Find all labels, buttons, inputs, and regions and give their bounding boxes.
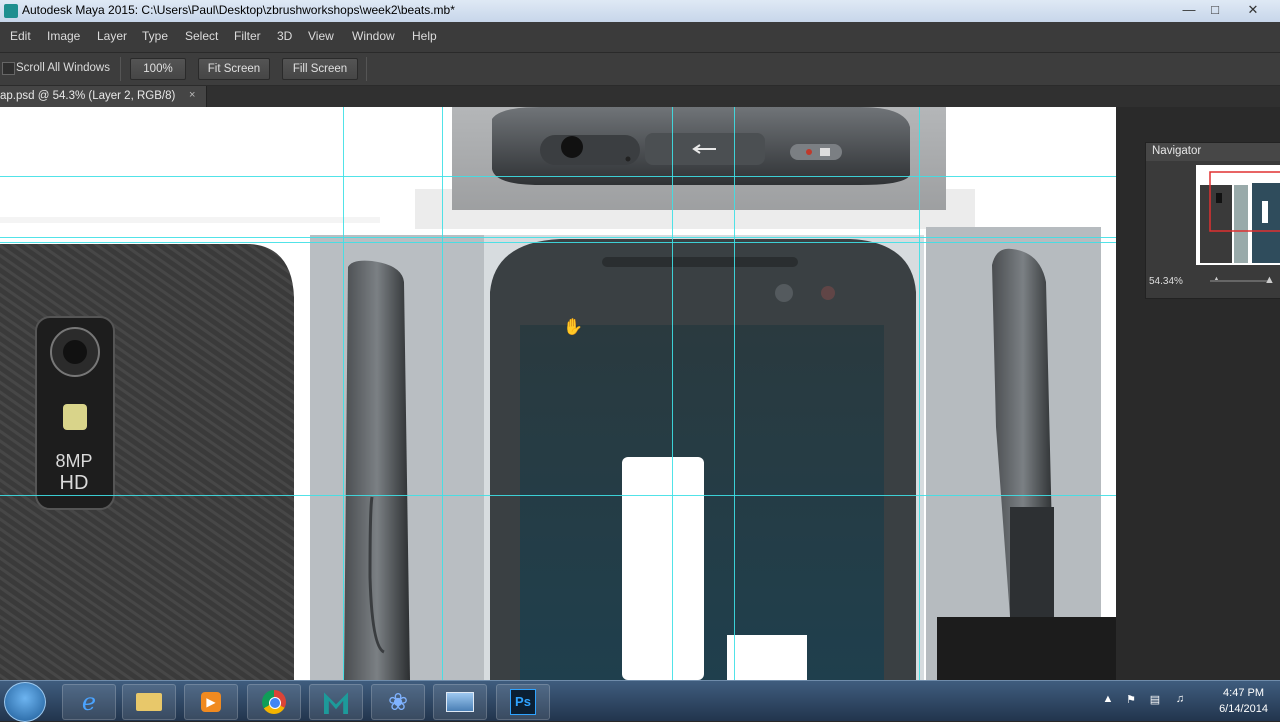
- zoom-100-button[interactable]: 100%: [130, 58, 186, 80]
- menu-window[interactable]: Window: [352, 29, 395, 43]
- menu-edit[interactable]: Edit: [10, 29, 31, 43]
- menu-bar: Edit Image Layer Type Select Filter 3D V…: [0, 22, 1280, 53]
- guide-line[interactable]: [672, 107, 673, 680]
- zoom-in-icon[interactable]: ▲: [1264, 274, 1275, 286]
- options-bar: Scroll All Windows 100% Fit Screen Fill …: [0, 53, 1280, 86]
- document-tab[interactable]: ap.psd @ 54.3% (Layer 2, RGB/8) ×: [0, 86, 207, 107]
- hand-cursor-icon: ✋: [563, 319, 583, 336]
- guide-line[interactable]: [0, 495, 1116, 496]
- windows-taskbar: e ▶ ❀ Ps ▲ ⚑ ▤ ♫ 4:47 PM 6/14/2014: [0, 680, 1280, 722]
- show-hidden-icons[interactable]: ▲: [1101, 693, 1115, 707]
- menu-image[interactable]: Image: [47, 29, 80, 43]
- volume-icon[interactable]: ♫: [1173, 693, 1187, 707]
- chrome-icon[interactable]: [247, 684, 301, 720]
- phone-reference-image: 8MP HD: [0, 107, 1116, 680]
- action-center-flag-icon[interactable]: ⚑: [1124, 693, 1138, 707]
- clock-time: 4:47 PM: [1223, 687, 1265, 699]
- guide-line[interactable]: [343, 107, 344, 680]
- maya-icon[interactable]: [309, 684, 363, 720]
- menu-filter[interactable]: Filter: [234, 29, 261, 43]
- menu-select[interactable]: Select: [185, 29, 218, 43]
- window-title: Autodesk Maya 2015: C:\Users\Paul\Deskto…: [22, 3, 455, 17]
- navigator-zoom-slider[interactable]: [1210, 280, 1270, 282]
- guide-line[interactable]: [0, 237, 1116, 238]
- navigator-title: Navigator: [1152, 145, 1202, 157]
- media-player-icon[interactable]: ▶: [184, 684, 238, 720]
- document-tab-label: ap.psd @ 54.3% (Layer 2, RGB/8): [0, 90, 176, 102]
- guide-line[interactable]: [734, 107, 735, 680]
- guide-line[interactable]: [0, 242, 1116, 243]
- minimize-button[interactable]: —: [1176, 1, 1202, 19]
- navigator-thumbnail[interactable]: [1196, 165, 1280, 265]
- navigator-zoom-value[interactable]: 54.34%: [1149, 276, 1183, 287]
- menu-3d[interactable]: 3D: [277, 29, 292, 43]
- guide-line[interactable]: [919, 107, 920, 680]
- maya-app-icon: [4, 4, 18, 18]
- zoom-out-icon[interactable]: ▲: [1212, 274, 1221, 284]
- photoshop-label: Ps: [510, 689, 536, 715]
- photoshop-icon[interactable]: Ps: [496, 684, 550, 720]
- camera-8mp-label: 8MP: [55, 451, 92, 471]
- document-tab-bar: ap.psd @ 54.3% (Layer 2, RGB/8) ×: [0, 86, 1280, 107]
- guide-line[interactable]: [0, 176, 1116, 177]
- document-tab-close-icon[interactable]: ×: [189, 89, 195, 101]
- menu-view[interactable]: View: [308, 29, 334, 43]
- menu-layer[interactable]: Layer: [97, 29, 127, 43]
- maximize-button[interactable]: □: [1202, 1, 1228, 19]
- options-separator: [120, 57, 121, 81]
- start-button[interactable]: [4, 682, 46, 722]
- zbrush-icon[interactable]: ❀: [371, 684, 425, 720]
- fit-screen-button[interactable]: Fit Screen: [198, 58, 270, 80]
- menu-type[interactable]: Type: [142, 29, 168, 43]
- scroll-all-windows-label: Scroll All Windows: [16, 62, 110, 74]
- clock-date: 6/14/2014: [1219, 703, 1268, 715]
- window-title-bar: Autodesk Maya 2015: C:\Users\Paul\Deskto…: [0, 0, 1280, 23]
- options-separator: [366, 57, 367, 81]
- document-canvas[interactable]: 8MP HD ✋: [0, 107, 1116, 680]
- image-viewer-icon[interactable]: [433, 684, 487, 720]
- navigator-panel[interactable]: Navigator 54.34% ▲ ▲: [1145, 142, 1280, 299]
- guide-line[interactable]: [442, 107, 443, 680]
- menu-help[interactable]: Help: [412, 29, 437, 43]
- file-explorer-icon[interactable]: [122, 684, 176, 720]
- fill-screen-button[interactable]: Fill Screen: [282, 58, 358, 80]
- camera-hd-label: HD: [60, 472, 89, 494]
- system-clock[interactable]: 4:47 PM 6/14/2014: [1219, 685, 1268, 717]
- scroll-all-windows-checkbox[interactable]: [2, 62, 15, 75]
- close-button[interactable]: ✕: [1240, 1, 1266, 19]
- network-icon[interactable]: ▤: [1148, 693, 1162, 707]
- internet-explorer-icon[interactable]: e: [62, 684, 116, 720]
